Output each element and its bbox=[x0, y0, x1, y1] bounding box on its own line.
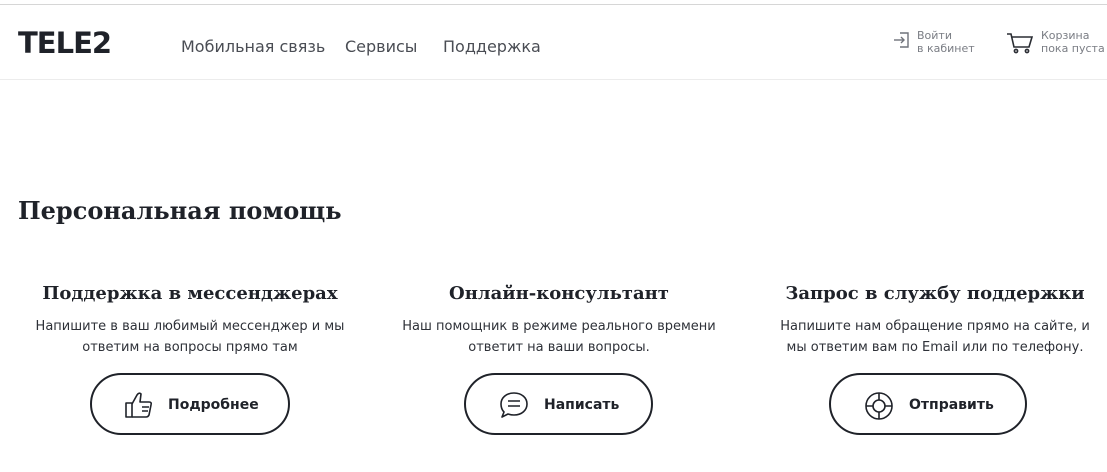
site-header: TELE2 Мобильная связь Сервисы Поддержка … bbox=[0, 5, 1107, 80]
card-support-request: Запрос в службу поддержки Напишите нам о… bbox=[757, 282, 1107, 358]
nav-support[interactable]: Поддержка bbox=[443, 37, 541, 56]
thumbs-up-icon bbox=[124, 391, 154, 423]
cart-label: Корзина пока пуста bbox=[1041, 29, 1105, 55]
cart-link[interactable]: Корзина пока пуста bbox=[1006, 29, 1105, 59]
card-description-line2: ответим на вопросы прямо там bbox=[82, 340, 298, 355]
card-description-line2: ответит на ваши вопросы. bbox=[468, 340, 650, 355]
card-title: Запрос в службу поддержки bbox=[785, 283, 1085, 304]
card-description: Напишите нам обращение прямо на сайте, и… bbox=[757, 316, 1107, 358]
page-title: Персональная помощь bbox=[18, 196, 342, 225]
send-button-label: Отправить bbox=[909, 397, 994, 413]
card-online-consultant: Онлайн-консультант Наш помощник в режиме… bbox=[389, 282, 729, 358]
cart-icon bbox=[1006, 31, 1034, 59]
write-button[interactable]: Написать bbox=[464, 373, 653, 435]
tele2-logo[interactable]: TELE2 bbox=[18, 28, 112, 58]
login-link[interactable]: Войти в кабинет bbox=[893, 29, 979, 59]
send-button[interactable]: Отправить bbox=[829, 373, 1027, 435]
cart-label-line2: пока пуста bbox=[1041, 42, 1105, 55]
card-description-line2: мы ответим вам по Email или по телефону. bbox=[786, 340, 1084, 355]
card-description: Напишите в ваш любимый мессенджер и мы о… bbox=[20, 316, 360, 358]
login-label-line2: в кабинет bbox=[917, 42, 975, 55]
card-description: Наш помощник в режиме реального времени … bbox=[389, 316, 729, 358]
lifebuoy-icon bbox=[864, 391, 894, 425]
login-label-line1: Войти bbox=[917, 29, 952, 42]
card-description-line1: Напишите в ваш любимый мессенджер и мы bbox=[35, 319, 345, 334]
nav-mobile[interactable]: Мобильная связь bbox=[181, 37, 325, 56]
login-icon bbox=[893, 31, 911, 53]
card-title: Поддержка в мессенджерах bbox=[42, 283, 338, 304]
card-description-line1: Напишите нам обращение прямо на сайте, и bbox=[780, 319, 1090, 334]
more-button[interactable]: Подробнее bbox=[90, 373, 290, 435]
card-messengers: Поддержка в мессенджерах Напишите в ваш … bbox=[20, 282, 360, 358]
card-title: Онлайн-консультант bbox=[449, 283, 669, 304]
card-description-line1: Наш помощник в режиме реального времени bbox=[402, 319, 716, 334]
chat-bubble-icon bbox=[499, 391, 529, 423]
nav-services[interactable]: Сервисы bbox=[345, 37, 417, 56]
more-button-label: Подробнее bbox=[168, 397, 259, 413]
write-button-label: Написать bbox=[544, 397, 620, 413]
login-label: Войти в кабинет bbox=[917, 29, 975, 55]
cart-label-line1: Корзина bbox=[1041, 29, 1090, 42]
